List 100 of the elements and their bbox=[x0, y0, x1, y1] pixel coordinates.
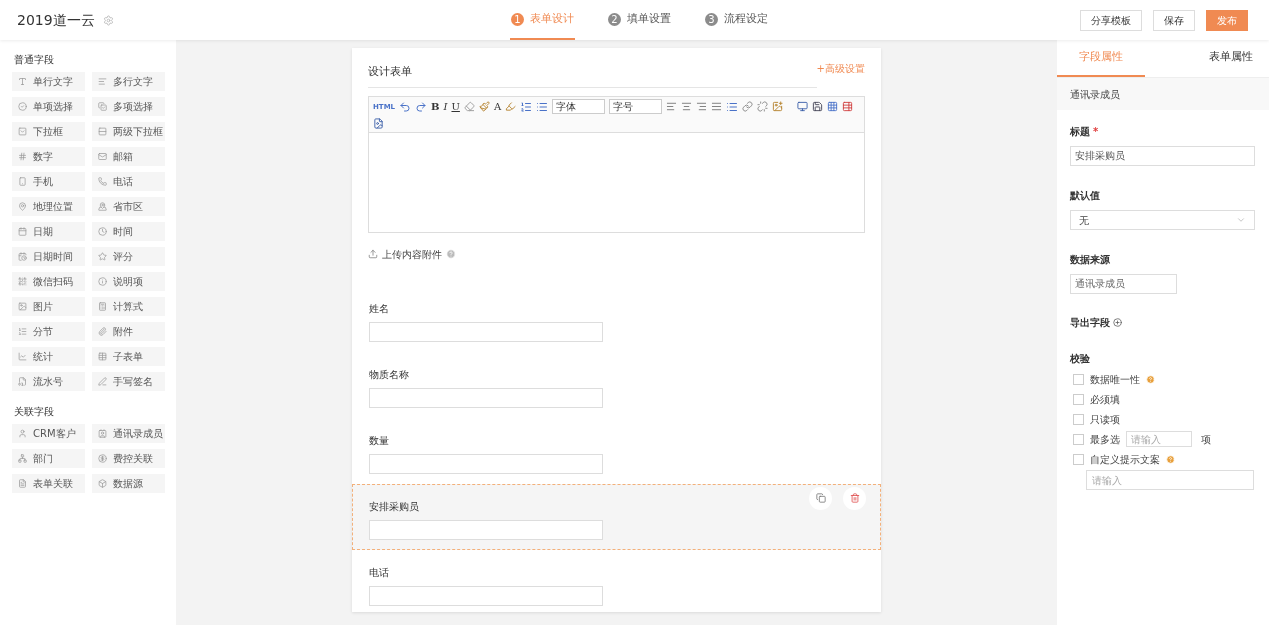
copy-button[interactable] bbox=[809, 486, 832, 510]
delete-button[interactable] bbox=[843, 486, 866, 510]
message-input[interactable]: 请输入 bbox=[1086, 470, 1254, 490]
palette-item[interactable]: 多项选择 bbox=[92, 97, 165, 116]
palette-item[interactable]: 时间 bbox=[92, 222, 165, 241]
palette-item[interactable]: 地理位置 bbox=[12, 197, 85, 216]
palette-item[interactable]: 邮箱 bbox=[92, 147, 165, 166]
form-field[interactable]: 数量 bbox=[352, 417, 881, 484]
word-image-icon[interactable] bbox=[373, 117, 384, 129]
add-icon[interactable] bbox=[1113, 318, 1122, 327]
trash-icon bbox=[849, 493, 860, 503]
unlink-icon[interactable] bbox=[757, 101, 769, 113]
palette-item[interactable]: 图片 bbox=[12, 297, 85, 316]
palette-item[interactable]: CRM客户 bbox=[12, 424, 85, 443]
checkbox[interactable] bbox=[1073, 433, 1084, 445]
monitor-icon[interactable] bbox=[797, 101, 809, 113]
palette-item[interactable]: 微信扫码 bbox=[12, 272, 85, 291]
default-value-select[interactable]: 无 bbox=[1070, 210, 1255, 230]
settings-icon[interactable] bbox=[102, 14, 114, 26]
underline-button[interactable]: U bbox=[451, 99, 460, 115]
image-icon[interactable] bbox=[772, 101, 784, 113]
max-count-input[interactable]: 请输入 bbox=[1126, 431, 1192, 447]
palette-item[interactable]: 手写签名 bbox=[92, 372, 165, 391]
checkbox[interactable] bbox=[1073, 413, 1084, 425]
palette-item[interactable]: 统计 bbox=[12, 347, 85, 366]
table-icon[interactable] bbox=[827, 101, 839, 113]
title-input[interactable]: 安排采购员 bbox=[1070, 146, 1255, 166]
align-left-icon[interactable] bbox=[666, 101, 678, 113]
checkbox-label: 最多选 bbox=[1090, 432, 1120, 447]
form-field[interactable]: 物质名称 bbox=[352, 351, 881, 418]
action-button[interactable]: 分享模板 bbox=[1080, 9, 1142, 31]
palette-item[interactable]: 下拉框 bbox=[12, 122, 85, 141]
palette-item[interactable]: 日期 bbox=[12, 222, 85, 241]
step-tab[interactable]: 2 填单设置 bbox=[607, 0, 672, 40]
palette-item[interactable]: 省市区 bbox=[92, 197, 165, 216]
palette-item[interactable]: 说明项 bbox=[92, 272, 165, 291]
text-input[interactable] bbox=[369, 519, 603, 540]
palette-item[interactable]: 通讯录成员 bbox=[92, 424, 165, 443]
palette-item[interactable]: 评分 bbox=[92, 247, 165, 266]
font-size-select[interactable]: 字号 bbox=[609, 99, 663, 115]
eraser-icon[interactable] bbox=[463, 101, 475, 113]
highlighter-icon[interactable] bbox=[505, 101, 517, 113]
panel-tab[interactable]: 表单属性 bbox=[1187, 40, 1269, 77]
clock-icon bbox=[98, 227, 107, 236]
palette-item[interactable]: 手机 bbox=[12, 172, 85, 191]
checkbox[interactable] bbox=[1073, 393, 1084, 405]
help-icon[interactable] bbox=[1146, 374, 1155, 384]
italic-button[interactable]: I bbox=[443, 99, 448, 115]
palette-item[interactable]: 分节 bbox=[12, 322, 85, 341]
font-color-button[interactable]: A bbox=[493, 99, 502, 115]
palette-item[interactable]: 表单关联 bbox=[12, 474, 85, 493]
info-icon bbox=[98, 277, 107, 286]
text-input[interactable] bbox=[369, 453, 603, 474]
palette-item[interactable]: 附件 bbox=[92, 322, 165, 341]
unit-label: 项 bbox=[1201, 432, 1211, 447]
palette-item[interactable]: 单行文字 bbox=[12, 72, 85, 91]
help-icon[interactable] bbox=[446, 249, 456, 259]
align-justify-icon[interactable] bbox=[711, 101, 723, 113]
bullet-list-icon[interactable] bbox=[536, 100, 549, 113]
text-input[interactable] bbox=[369, 585, 603, 606]
action-button[interactable]: 保存 bbox=[1153, 9, 1195, 31]
bold-button[interactable]: B bbox=[431, 99, 440, 115]
upload-icon[interactable] bbox=[368, 249, 378, 259]
palette-item[interactable]: 电话 bbox=[92, 172, 165, 191]
palette-item[interactable]: 日期时间 bbox=[12, 247, 85, 266]
form-field[interactable]: 电话 bbox=[352, 549, 881, 616]
palette-item[interactable]: 计算式 bbox=[92, 297, 165, 316]
palette-item[interactable]: 数据源 bbox=[92, 474, 165, 493]
align-center-icon[interactable] bbox=[681, 101, 693, 113]
palette-item[interactable]: 流水号 bbox=[12, 372, 85, 391]
undo-icon[interactable] bbox=[399, 100, 412, 113]
data-source-input[interactable]: 通讯录成员 bbox=[1070, 274, 1177, 294]
font-family-select[interactable]: 字体 bbox=[552, 99, 606, 115]
form-field[interactable]: 姓名 bbox=[352, 285, 881, 352]
field-label: 安排采购员 bbox=[369, 499, 420, 514]
palette-item[interactable]: 费控关联 bbox=[92, 449, 165, 468]
palette-item[interactable]: 两级下拉框 bbox=[92, 122, 165, 141]
palette-heading: 普通字段 bbox=[14, 53, 55, 67]
save-icon[interactable] bbox=[812, 101, 824, 113]
link-icon[interactable] bbox=[742, 101, 754, 113]
palette-item[interactable]: 子表单 bbox=[92, 347, 165, 366]
text-input[interactable] bbox=[369, 387, 603, 408]
form-field[interactable]: 安排采购员 bbox=[352, 483, 881, 550]
form-icon bbox=[18, 479, 27, 488]
delete-table-icon[interactable] bbox=[842, 101, 854, 113]
align-right-icon[interactable] bbox=[696, 101, 708, 113]
palette-item[interactable]: 多行文字 bbox=[92, 72, 165, 91]
checkbox[interactable] bbox=[1073, 373, 1084, 385]
palette-item[interactable]: 单项选择 bbox=[12, 97, 85, 116]
upload-attachment-link[interactable]: 上传内容附件 bbox=[382, 246, 442, 262]
palette-item[interactable]: 部门 bbox=[12, 449, 85, 468]
redo-icon[interactable] bbox=[415, 100, 428, 113]
ordered-list-icon[interactable] bbox=[520, 100, 533, 113]
text-input[interactable] bbox=[369, 321, 603, 342]
step-tab[interactable]: 3 流程设定 bbox=[704, 0, 769, 40]
checkbox[interactable] bbox=[1073, 453, 1084, 465]
step-label: 表单设计 bbox=[530, 10, 574, 27]
brush-icon[interactable] bbox=[478, 101, 490, 113]
help-icon[interactable] bbox=[1166, 454, 1175, 464]
palette-item[interactable]: 数字 bbox=[12, 147, 85, 166]
